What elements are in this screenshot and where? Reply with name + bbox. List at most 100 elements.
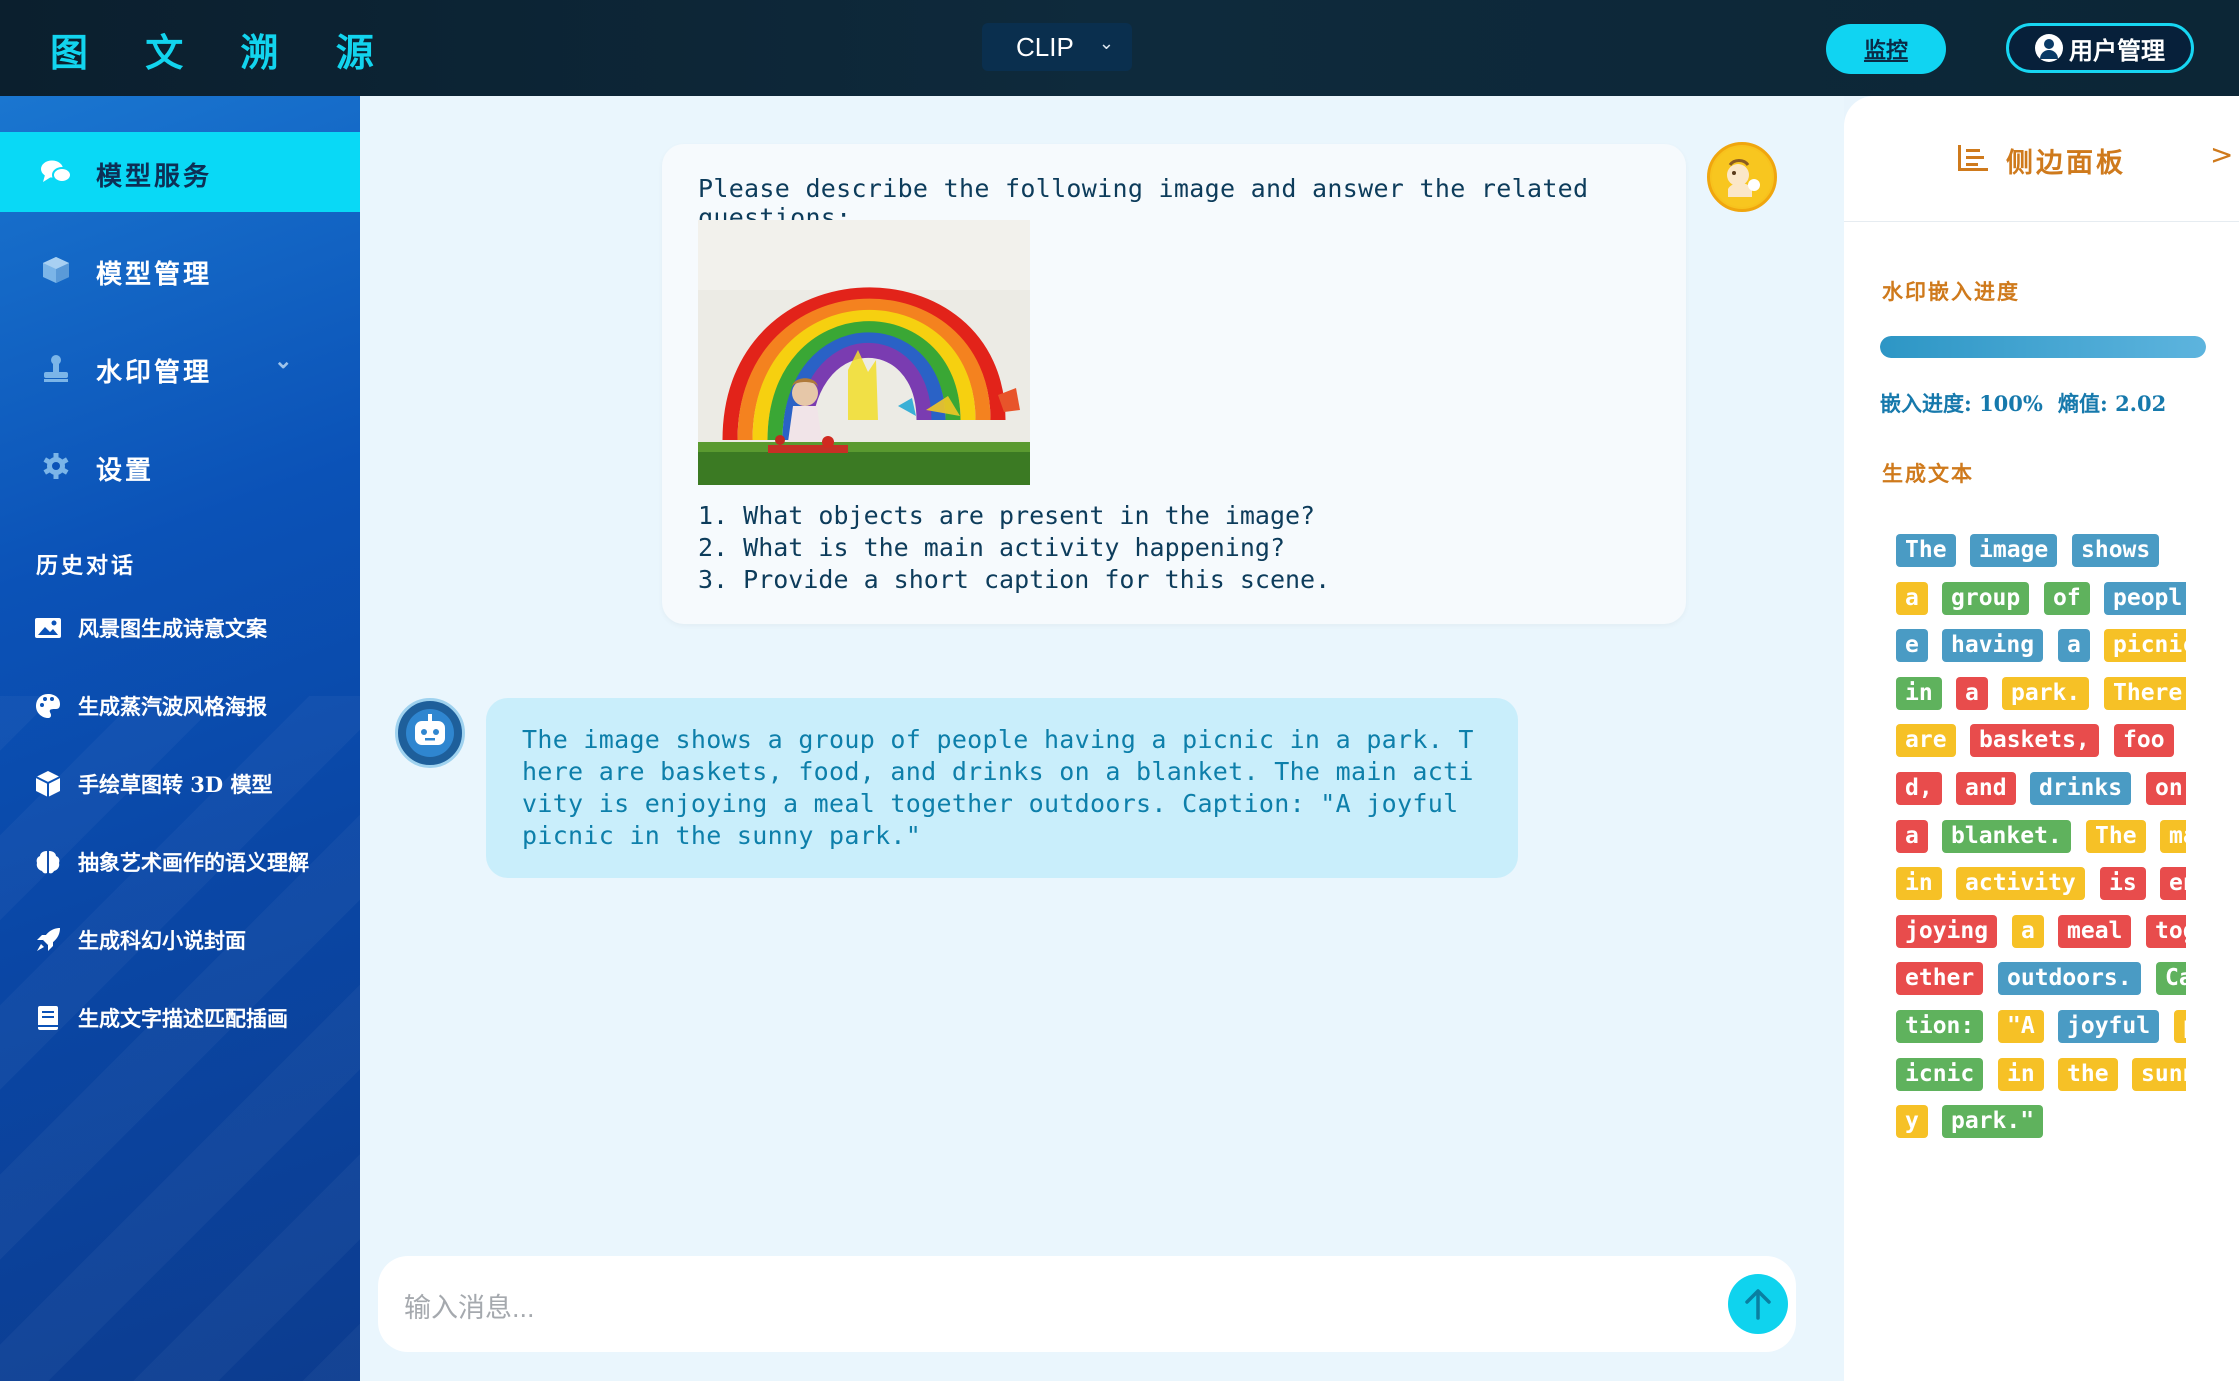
cartoon-user-icon [1712, 147, 1772, 207]
sidebar-item-model-service[interactable]: 模型服务 [0, 132, 360, 212]
token-chip: image [1970, 534, 2058, 567]
user-management-label: 用户管理 [2069, 36, 2165, 65]
token-chip: a [2012, 914, 2044, 948]
palette-icon [36, 694, 60, 718]
sidebar-item-label: 模型服务 [96, 162, 213, 192]
rocket-icon [37, 928, 60, 951]
sidebar-item-settings[interactable]: 设置 [0, 426, 360, 506]
token-chip: picnic [2104, 629, 2186, 663]
top-bar: 图 文 溯 源 CLIP ⌄ 监控 用户管理 [0, 0, 2239, 96]
token-chip: outdoors. [1998, 962, 2141, 996]
sidebar-item-label: 模型管理 [96, 260, 213, 290]
token-chip: in [1896, 867, 1942, 901]
token-chip: and [1956, 772, 2016, 805]
token-chip: p [2174, 1010, 2186, 1043]
token-chip: There [2104, 676, 2186, 710]
token-chip: having [1942, 629, 2044, 663]
user-message: Please describe the following image and … [662, 144, 1686, 624]
token-chip: group [1942, 581, 2030, 615]
generated-text-label: 生成文本 [1882, 461, 1974, 486]
token-chip: icnic [1896, 1057, 1984, 1091]
image-icon [35, 618, 61, 638]
book-icon [38, 1006, 58, 1030]
send-button[interactable] [1728, 1274, 1788, 1334]
chevron-down-icon: ⌄ [1098, 33, 1114, 53]
token-chip: is [2100, 867, 2146, 901]
token-chip: The [2086, 819, 2146, 853]
token-chip: in [1998, 1057, 2044, 1091]
token-chip: a [1956, 676, 1988, 710]
token-chip: the [2058, 1057, 2118, 1091]
side-panel-title: 侧边面板 [2006, 148, 2126, 179]
stamp-icon [44, 355, 68, 382]
robot-icon [406, 709, 454, 757]
message-input[interactable]: 输入消息... [404, 1286, 535, 1325]
token-chip: peopl [2104, 581, 2186, 615]
arrow-up-icon [1745, 1289, 1771, 1320]
token-chip: "A [1998, 1010, 2044, 1043]
token-chip: The [1896, 534, 1956, 567]
user-management-button[interactable]: 用户管理 [2006, 23, 2194, 73]
rainbow-picnic-photo [698, 220, 1030, 485]
bot-avatar [395, 698, 465, 768]
token-chip: a [1896, 581, 1928, 615]
history-item-label: 生成科幻小说封面 [78, 928, 246, 953]
token-chip: activity [1956, 867, 2085, 901]
brain-icon [36, 851, 60, 874]
chat-area: Please describe the following image and … [360, 96, 1844, 1381]
monitor-button[interactable]: 监控 [1826, 24, 1946, 74]
history-item-label: 生成蒸汽波风格海报 [78, 694, 267, 719]
message-input-box[interactable]: 输入消息... [378, 1256, 1796, 1352]
side-panel: 侧边面板 > 水印嵌入进度 嵌入进度: 100% 熵值: 2.02 生成文本 T… [1844, 96, 2239, 1381]
token-chip: joyful [2058, 1010, 2160, 1043]
token-chip: drinks [2030, 772, 2132, 805]
gear-icon [43, 453, 69, 479]
token-chip: joying [1896, 914, 1998, 948]
history-item[interactable]: 生成蒸汽波风格海报 [34, 686, 354, 726]
sidebar-item-watermark-management[interactable]: 水印管理 ⌄ [0, 328, 360, 408]
token-chip: blanket. [1942, 819, 2071, 853]
token-chip: en [2160, 867, 2186, 901]
attached-image[interactable] [698, 220, 1030, 485]
token-chip: shows [2072, 534, 2160, 567]
token-chip: are [1896, 724, 1956, 758]
token-chip: a [1896, 819, 1928, 853]
history-item[interactable]: 风景图生成诗意文案 [34, 608, 354, 648]
progress-fill [1880, 336, 2206, 358]
assistant-message: The image shows a group of people having… [486, 698, 1518, 878]
question-item: 1. What objects are present in the image… [698, 501, 1316, 530]
token-chip: ether [1896, 962, 1984, 996]
history-item-label: 手绘草图转 3D 模型 [78, 772, 273, 797]
model-select[interactable]: CLIP ⌄ [982, 23, 1132, 71]
progress-text: 嵌入进度: 100% [1880, 391, 2043, 416]
history-item[interactable]: 生成文字描述匹配插画 [34, 998, 354, 1038]
token-chip: e [1896, 629, 1928, 663]
history-item-label: 抽象艺术画作的语义理解 [78, 850, 309, 875]
history-item[interactable]: 抽象艺术画作的语义理解 [34, 842, 354, 882]
model-select-value: CLIP [1016, 31, 1074, 62]
sidebar-item-label: 水印管理 [96, 358, 213, 388]
token-chip: in [1896, 676, 1942, 710]
token-chip: baskets, [1970, 724, 2099, 758]
history-item[interactable]: 手绘草图转 3D 模型 [34, 764, 354, 804]
token-chip: meal [2058, 914, 2132, 948]
chevron-down-icon: ⌄ [274, 348, 296, 374]
cube-icon [35, 771, 61, 797]
chat-bubbles-icon [41, 160, 72, 183]
watermark-progress-bar [1880, 336, 2206, 358]
token-chip: park." [1942, 1105, 2044, 1139]
token-chip: y [1896, 1105, 1928, 1139]
token-chip: d, [1896, 772, 1942, 805]
progress-label: 水印嵌入进度 [1882, 279, 2020, 304]
token-chip: Cap [2156, 962, 2186, 996]
token-chip: sunn [2132, 1057, 2186, 1091]
collapse-panel-button[interactable]: > [2210, 138, 2233, 171]
token-chip: park. [2002, 676, 2090, 710]
entropy-text: 熵值: 2.02 [2058, 391, 2167, 416]
generated-token-list: Theimageshowsagroupofpeoplehavingapicnic… [1896, 534, 2186, 1254]
history-item[interactable]: 生成科幻小说封面 [34, 920, 354, 960]
sidebar-item-model-management[interactable]: 模型管理 [0, 230, 360, 310]
question-item: 2. What is the main activity happening? [698, 533, 1285, 562]
sidebar: 模型服务 模型管理 水印管理 ⌄ 设置 历史对话 风景图生成诗意文案 生成蒸汽波… [0, 96, 360, 1381]
history-item-label: 生成文字描述匹配插画 [78, 1006, 288, 1031]
